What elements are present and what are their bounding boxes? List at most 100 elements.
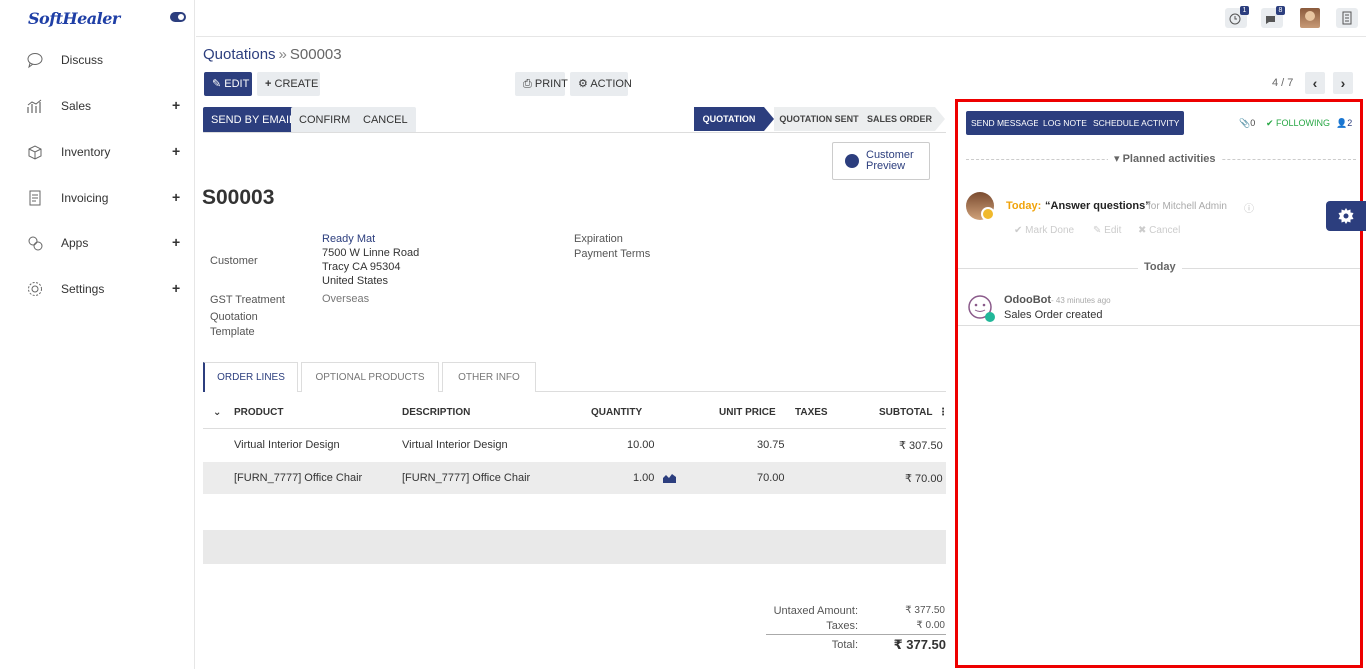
apps-icon: [28, 236, 43, 251]
quotation-template-label-1: Quotation: [210, 311, 258, 323]
print-label: Print: [534, 78, 568, 90]
header-description[interactable]: Description: [402, 407, 470, 418]
tab-optional-products[interactable]: Optional Products: [301, 362, 439, 392]
pager-previous-button[interactable]: ‹: [1305, 72, 1325, 94]
chat-icon: [27, 53, 43, 69]
pager-value[interactable]: 4 / 7: [1272, 77, 1293, 89]
schedule-activity-button[interactable]: Schedule Activity: [1088, 111, 1185, 135]
breadcrumb: Quotations» S00003: [203, 46, 342, 63]
header-subtotal[interactable]: Subtotal: [879, 407, 933, 418]
edit-activity-label: Edit: [1104, 225, 1122, 236]
header-taxes[interactable]: Taxes: [795, 407, 828, 418]
expand-plus-icon[interactable]: +: [172, 189, 180, 205]
total-label: Total:: [831, 639, 858, 651]
column-toggle-chevron-icon[interactable]: ⌄: [213, 407, 221, 418]
breadcrumb-quotations[interactable]: Quotations: [203, 46, 276, 63]
sidebar-item-inventory[interactable]: Inventory +: [0, 141, 195, 163]
header-product[interactable]: Product: [234, 407, 283, 418]
attachments-count: 0: [1250, 118, 1256, 128]
pager-next-button[interactable]: ›: [1333, 72, 1353, 94]
activity-clock-icon[interactable]: 1: [1225, 6, 1249, 28]
mark-done-label: Mark Done: [1025, 225, 1075, 236]
cancel-activity-link[interactable]: ✖ Cancel: [1138, 225, 1180, 236]
cell-unit-price: 70.00: [757, 472, 785, 484]
sidebar-item-label: Discuss: [61, 53, 104, 67]
total-value: ₹ 377.50: [893, 637, 946, 652]
message-divider: [958, 325, 1360, 326]
edit-activity-link[interactable]: ✎ Edit: [1093, 225, 1121, 236]
company-switch-icon[interactable]: [1336, 8, 1358, 28]
notebook-tabs: Order Lines Optional Products Other Info: [203, 362, 946, 392]
totals-divider: [766, 634, 946, 635]
sidebar-toggle[interactable]: [170, 12, 186, 22]
gst-treatment-value: Overseas: [322, 293, 370, 305]
user-avatar[interactable]: [1300, 8, 1320, 28]
messages-icon[interactable]: 8: [1261, 6, 1285, 28]
status-bar: Quotation Quotation Sent Sales Order: [203, 107, 946, 133]
cell-quantity: 10.00: [627, 439, 655, 451]
followers-counter[interactable]: 👤2: [1336, 118, 1352, 129]
sidebar-item-label: Invoicing: [61, 191, 109, 205]
cell-quantity: 1.00: [633, 472, 655, 484]
sidebar-item-invoicing[interactable]: Invoicing +: [0, 187, 195, 209]
cell-product: [FURN_7777] Office Chair: [234, 472, 363, 484]
header-quantity[interactable]: Quantity: [591, 407, 642, 418]
sidebar-item-discuss[interactable]: Discuss: [0, 49, 195, 71]
mark-done-link[interactable]: ✔ Mark Done: [1014, 225, 1074, 236]
customer-address-3: United States: [322, 275, 389, 287]
breadcrumb-separator: »: [278, 46, 287, 63]
preview-label-2: Preview: [866, 160, 906, 172]
sidebar-item-sales[interactable]: Sales +: [0, 95, 195, 117]
header-unit-price[interactable]: Unit Price: [719, 407, 776, 418]
send-message-button[interactable]: Send Message: [966, 111, 1045, 135]
action-button[interactable]: ⚙ Action: [570, 72, 632, 96]
brand-logo[interactable]: SoftHealer: [28, 9, 120, 28]
cell-product: Virtual Interior Design: [234, 439, 340, 451]
message-body: Sales Order created: [1004, 309, 1103, 321]
sidebar-item-apps[interactable]: Apps +: [0, 232, 195, 254]
untaxed-amount-label: Untaxed Amount:: [773, 605, 858, 617]
table-row[interactable]: [FURN_7777] Office Chair [FURN_7777] Off…: [203, 462, 946, 494]
messages-count-badge: 8: [1276, 6, 1285, 15]
table-row[interactable]: Virtual Interior Design Virtual Interior…: [203, 429, 946, 461]
stage-quotation[interactable]: Quotation: [694, 107, 764, 131]
planned-activities-title: Planned activities: [1122, 153, 1216, 165]
tab-other-info[interactable]: Other Info: [442, 362, 536, 392]
following-toggle[interactable]: ✔ Following: [1266, 118, 1330, 129]
activity-count-badge: 1: [1240, 6, 1249, 15]
attachments-counter[interactable]: 📎0: [1239, 118, 1255, 129]
expand-plus-icon[interactable]: +: [172, 97, 180, 113]
customer-preview-button[interactable]: Customer Preview: [832, 142, 930, 180]
taxes-label: Taxes:: [826, 620, 858, 632]
print-button[interactable]: ⎙ Print: [515, 72, 568, 96]
tab-order-lines[interactable]: Order Lines: [203, 362, 298, 392]
following-label: Following: [1276, 118, 1331, 128]
create-button[interactable]: + Create: [257, 72, 320, 96]
stage-arrow: [764, 107, 774, 131]
stage-sales-order[interactable]: Sales Order: [864, 107, 935, 131]
payment-terms-label: Payment Terms: [574, 248, 651, 260]
sidebar-item-label: Sales: [61, 99, 92, 113]
activity-when: Today:: [1006, 200, 1042, 212]
settings-floating-button[interactable]: [1326, 201, 1366, 231]
forecast-chart-icon[interactable]: [663, 473, 676, 483]
customer-address-2: Tracy CA 95304: [322, 261, 401, 273]
sidebar-item-settings[interactable]: Settings +: [0, 278, 195, 300]
building-icon: [1342, 11, 1352, 25]
log-note-button[interactable]: Log Note: [1038, 111, 1092, 135]
expand-plus-icon[interactable]: +: [172, 280, 180, 296]
expand-plus-icon[interactable]: +: [172, 143, 180, 159]
customer-name-link[interactable]: Ready Mat: [322, 232, 375, 246]
activity-summary: “Answer questions”: [1045, 200, 1151, 212]
planned-activities-toggle[interactable]: ▾ Planned activities: [1108, 152, 1222, 165]
invoice-icon: [29, 190, 41, 206]
message-author[interactable]: OdooBot: [1004, 294, 1051, 306]
edit-button[interactable]: ✎ Edit: [204, 72, 252, 96]
gear-icon: [28, 282, 42, 296]
column-options-icon[interactable]: ⋮: [938, 407, 948, 418]
sidebar-item-label: Settings: [61, 282, 105, 296]
cell-subtotal: ₹ 307.50: [899, 440, 943, 452]
activity-info-icon[interactable]: ⓘ: [1244, 200, 1254, 215]
expand-plus-icon[interactable]: +: [172, 234, 180, 250]
stage-quotation-sent[interactable]: Quotation Sent: [774, 107, 864, 131]
